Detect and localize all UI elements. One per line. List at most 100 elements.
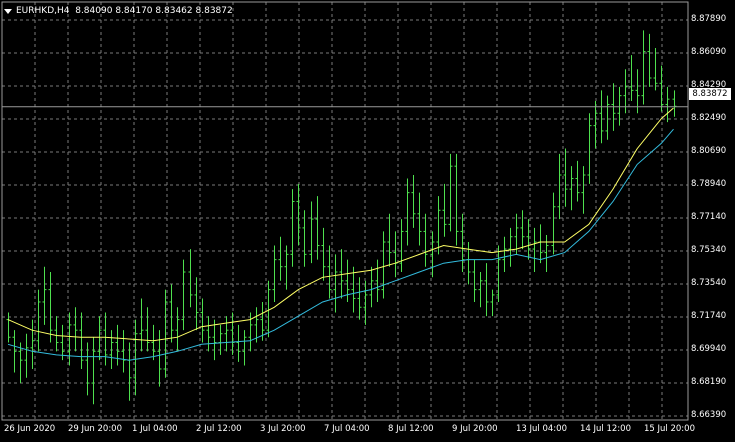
ohlc-bar	[659, 65, 664, 112]
ohlc-bar	[230, 312, 235, 355]
ohlc-bar	[139, 298, 144, 352]
ohlc-bar	[399, 219, 404, 272]
ohlc-bar	[605, 95, 610, 140]
ohlc-bar	[236, 324, 241, 362]
price-axis-label: 8.78940	[691, 179, 727, 189]
price-chart[interactable]	[0, 0, 735, 442]
ohlc-bar	[327, 245, 332, 299]
price-axis-label: 8.73540	[691, 278, 727, 288]
ohlc-bar	[121, 330, 126, 373]
ohlc-bar	[472, 259, 477, 302]
ohlc-bar	[151, 324, 156, 361]
price-axis-label: 8.86090	[691, 47, 727, 57]
ohlc-bar	[599, 90, 604, 144]
ohlc-bar	[30, 319, 35, 369]
ohlc-bar	[315, 196, 320, 260]
ohlc-bar	[284, 245, 289, 290]
ohlc-bar	[321, 227, 326, 281]
ohlc-bar	[375, 259, 380, 302]
ohlc-bar	[417, 192, 422, 246]
ohlc-bar	[653, 48, 658, 91]
ohlc-bar	[24, 333, 29, 378]
ohlc-bar	[442, 183, 447, 237]
ohlc-bar	[206, 316, 211, 352]
ohlc-bar	[575, 160, 580, 202]
ohlc-bar	[290, 189, 295, 267]
ohlc-bar	[587, 113, 592, 184]
ohlc-bar	[369, 266, 374, 308]
ohlc-bar	[200, 298, 205, 343]
ohlc-bar	[647, 33, 652, 87]
price-axis-label: 8.87890	[691, 14, 727, 24]
price-axis-label: 8.68190	[691, 377, 727, 387]
ohlc-bar	[115, 324, 120, 366]
ohlc-bar	[36, 289, 41, 352]
ohlc-bar	[339, 249, 344, 299]
symbol-timeframe: EURHKD,H4	[16, 6, 70, 16]
price-axis-label: 8.77140	[691, 212, 727, 222]
chart-grid	[2, 2, 688, 420]
ohlc-bar	[454, 153, 459, 246]
price-axis-label: 8.82490	[691, 113, 727, 123]
ohlc-bar	[448, 153, 453, 232]
ohlc-bar	[278, 236, 283, 281]
ohlc-bar	[194, 277, 199, 331]
ohlc-bar	[387, 213, 392, 267]
ohlc-bar	[381, 231, 386, 299]
ohlc-bar	[175, 307, 180, 352]
ohlc-bar	[79, 312, 84, 369]
ohlc-bar	[242, 330, 247, 366]
ohlc-bar	[478, 271, 483, 308]
chart-menu-triangle-icon[interactable]	[4, 8, 12, 14]
time-axis-label: 29 Jun 20:00	[68, 424, 122, 434]
moving-average-slow	[7, 128, 674, 361]
price-axis-label: 8.75340	[691, 245, 727, 255]
ohlc-bar	[224, 316, 229, 352]
price-axis-label: 8.71740	[691, 311, 727, 321]
ohlc-bar	[593, 100, 598, 149]
ohlc-bar	[544, 234, 549, 272]
price-axis-label: 8.66390	[691, 410, 727, 420]
price-axis-label: 8.80690	[691, 146, 727, 156]
ohlc-bar	[145, 307, 150, 352]
ohlc-bar	[484, 263, 489, 317]
chart-frame	[1, 1, 689, 421]
ohlc-bar	[532, 227, 537, 272]
ohlc-bar	[73, 307, 78, 352]
open-price: 8.84090	[75, 6, 113, 16]
ohlc-bar	[563, 148, 568, 207]
ohlc-bar	[333, 254, 338, 313]
ohlc-bar	[188, 249, 193, 308]
ohlc-bar	[351, 266, 356, 313]
ohlc-bar	[309, 201, 314, 264]
ohlc-bar	[169, 284, 174, 343]
ohlc-bar	[363, 280, 368, 325]
ohlc-bar	[91, 337, 96, 405]
time-axis-label: 9 Jul 20:00	[452, 424, 498, 434]
time-axis-label: 8 Jul 12:00	[388, 424, 434, 434]
ohlc-bar	[502, 236, 507, 272]
ohlc-bar	[641, 30, 646, 105]
ohlc-bar	[508, 227, 513, 267]
ohlc-bar	[581, 166, 586, 214]
high-price: 8.84170	[115, 6, 153, 16]
ohlc-bar	[466, 242, 471, 285]
ohlc-bar	[520, 210, 525, 250]
current-price-tag: 8.83872	[689, 88, 731, 100]
time-axis-label: 15 Jul 20:00	[644, 424, 695, 434]
ohlc-bar	[551, 192, 556, 255]
ohlc-bar	[48, 271, 53, 343]
ohlc-bar	[302, 210, 307, 267]
time-axis-label: 26 Jun 2020	[4, 424, 56, 434]
ohlc-bar	[665, 86, 670, 123]
ohlc-bar	[423, 213, 428, 267]
ohlc-bar	[490, 289, 495, 317]
time-axis-label: 2 Jul 12:00	[196, 424, 242, 434]
time-axis-label: 3 Jul 20:00	[260, 424, 306, 434]
time-axis-label: 1 Jul 04:00	[132, 424, 178, 434]
time-axis-label: 14 Jul 12:00	[580, 424, 631, 434]
time-axis-label: 7 Jul 04:00	[324, 424, 370, 434]
ohlc-bar	[672, 90, 677, 117]
ohlc-bar	[157, 330, 162, 387]
ohlc-bar	[557, 153, 562, 220]
